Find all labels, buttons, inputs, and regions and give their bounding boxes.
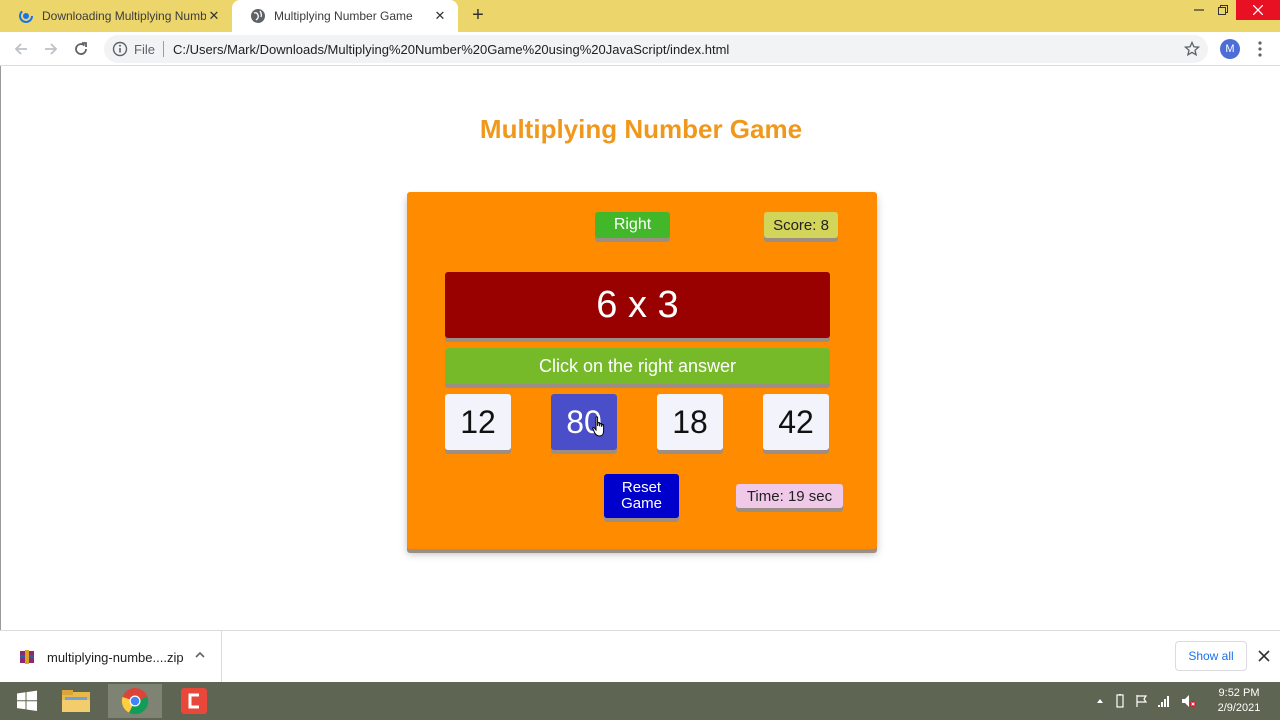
tab-downloading[interactable]: Downloading Multiplying Numbe ✕ [0,0,232,32]
instruction-banner: Click on the right answer [445,348,830,384]
close-icon [1253,5,1263,15]
taskbar-clock[interactable]: 9:52 PM 2/9/2021 [1206,686,1272,716]
profile-avatar[interactable]: M [1220,39,1240,59]
score-display: Score: 8 [764,212,838,238]
start-button[interactable] [0,684,54,718]
battery-icon[interactable] [1113,694,1127,708]
tab-multiplying-game[interactable]: Multiplying Number Game ✕ [232,0,458,32]
hand-cursor-icon [592,416,605,437]
chevron-up-icon[interactable] [194,649,206,661]
time-unit: sec [804,487,833,505]
score-label: Score: [773,216,821,234]
windows-logo-icon [17,690,37,711]
answer-choice-button[interactable]: 18 [657,394,723,450]
answer-choice-button[interactable]: 12 [445,394,511,450]
game-container: Right Score: 8 6 x 3 Click on the right … [407,192,877,549]
clock-time: 9:52 PM [1218,687,1260,699]
browser-tab-strip: Downloading Multiplying Numbe ✕ Multiply… [0,0,1280,32]
download-bar: multiplying-numbe....zip Show all [0,630,1280,683]
page-viewport: Multiplying Number Game Right Score: 8 6… [0,66,1280,630]
clock-date: 2/9/2021 [1217,702,1261,714]
restore-button[interactable] [1208,0,1238,20]
arrow-right-icon [45,43,58,55]
forward-button[interactable] [39,37,63,61]
folder-icon [62,690,90,712]
browser-toolbar: File C:/Users/Mark/Downloads/Multiplying… [0,32,1280,66]
timer-display: Time: 19 sec [736,484,843,508]
tray-expand-icon[interactable] [1095,696,1105,706]
chrome-logo-icon [121,688,149,715]
show-all-downloads-button[interactable]: Show all [1175,641,1247,671]
reload-icon [75,42,87,55]
close-tab-icon[interactable]: ✕ [206,8,222,24]
download-filename: multiplying-numbe....zip [47,649,184,665]
answer-choice-button[interactable]: 42 [763,394,829,450]
answer-status-badge: Right [595,212,670,238]
new-tab-button[interactable]: + [468,5,488,26]
file-explorer-app[interactable] [49,684,103,718]
system-tray [1095,692,1197,710]
address-bar[interactable]: File C:/Users/Mark/Downloads/Multiplying… [104,35,1208,63]
camtasia-app[interactable] [167,684,221,718]
page-title: Multiplying Number Game [479,114,803,144]
windows-taskbar: 9:52 PM 2/9/2021 [0,682,1280,720]
flag-icon[interactable] [1135,694,1149,708]
tab-title: Downloading Multiplying Numbe [42,9,206,23]
chrome-app[interactable] [108,684,162,718]
file-scheme-label: File [134,41,155,57]
score-value: 8 [820,216,829,234]
close-icon[interactable] [1256,648,1272,664]
close-tab-icon[interactable]: ✕ [432,8,448,24]
download-item[interactable]: multiplying-numbe....zip [0,631,222,683]
reset-game-button[interactable]: Reset Game [604,474,679,518]
zip-archive-icon [20,650,34,664]
restore-icon [1218,5,1228,15]
close-window-button[interactable] [1236,0,1280,20]
minimize-icon [1194,9,1204,11]
volume-muted-icon[interactable] [1181,694,1197,708]
url-text[interactable]: C:/Users/Mark/Downloads/Multiplying%20Nu… [173,42,729,57]
info-icon[interactable] [112,41,128,57]
globe-icon [251,9,265,23]
back-button[interactable] [9,37,33,61]
time-value: 19 [787,487,805,505]
arrow-left-icon [14,43,27,55]
camtasia-logo-icon [181,688,207,714]
address-divider [162,41,164,57]
bookmark-star-icon[interactable] [1184,41,1200,57]
network-signal-icon[interactable] [1157,694,1173,708]
question-display: 6 x 3 [445,272,830,338]
kebab-menu-icon[interactable] [1252,40,1268,58]
loading-favicon-icon [19,9,33,23]
tab-title: Multiplying Number Game [274,9,413,23]
time-label: Time: [746,487,788,505]
reload-button[interactable] [69,37,93,61]
